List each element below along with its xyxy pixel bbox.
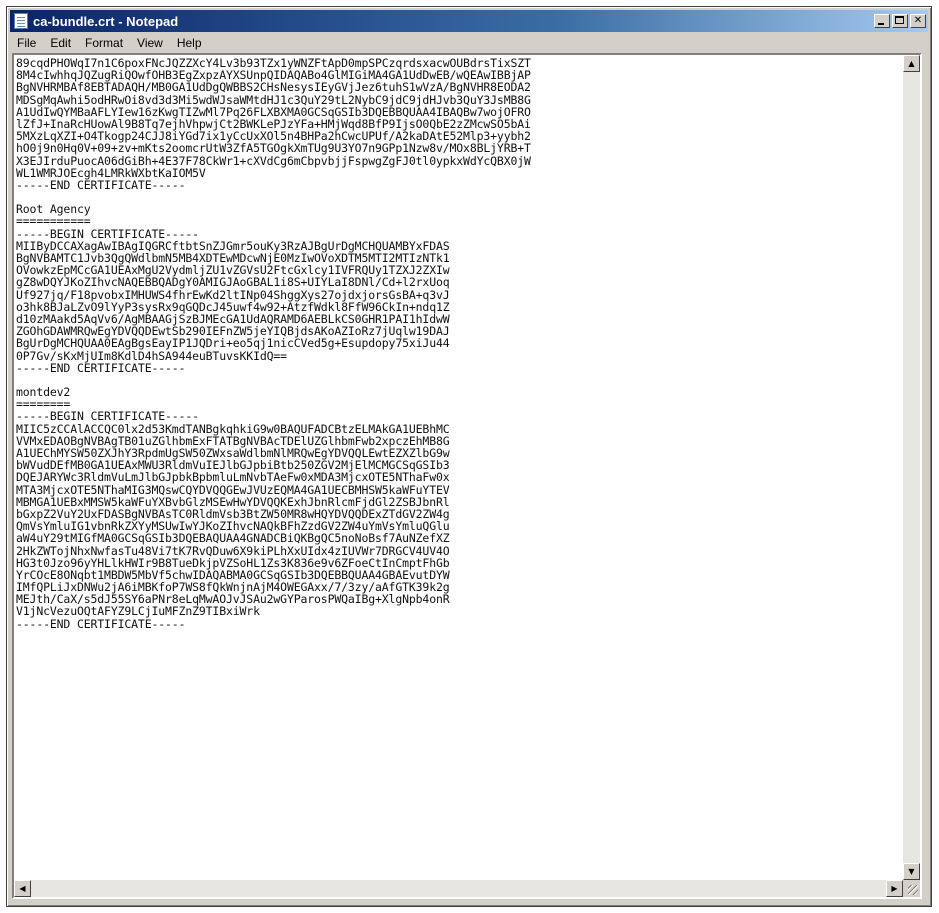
text-line: gZ8wDQYJKoZIhvcNAQEBBQADgY0AMIGJAoGBAL1i… [16,275,450,290]
text-line: -----BEGIN CERTIFICATE----- [16,409,199,424]
notepad-window: ca-bundle.crt - Notepad ✕ File Edit Form… [6,6,932,907]
text-line: 2HkZWTojNhxNwfasTu48Vi7tK7RvQDuw6X9kiPLh… [16,543,450,558]
scroll-left-button[interactable]: ◀ [14,880,31,897]
editor-area[interactable]: 89cqdPHOWqI7n1C6poxFNcJQZZXcY4Lv3b93TZx1… [12,53,922,899]
text-line: 0P7Gv/sKxMjUIm8KdlD4hSA944euBTuvsKKIdQ== [16,348,287,363]
document-text[interactable]: 89cqdPHOWqI7n1C6poxFNcJQZZXcY4Lv3b93TZx1… [16,57,902,879]
menu-view[interactable]: View [130,36,170,50]
close-button[interactable]: ✕ [910,14,926,28]
text-line: hO0j9n0Hq0V+09+zv+mKts2oomcrUtW3ZfA5TGOg… [16,141,531,156]
text-line: -----END CERTIFICATE----- [16,360,186,375]
text-line: Uf927jq/F18pvobxIMHUWS4fhrEwKd2ltINp04Sh… [16,287,450,302]
window-title: ca-bundle.crt - Notepad [33,13,179,29]
scroll-down-button[interactable]: ▼ [903,863,920,880]
maximize-icon [895,16,904,24]
horizontal-scrollbar[interactable]: ◀ ▶ [14,880,903,897]
text-line: X3EJIrduPuocA06dGiBh+4E37F78CkWr1+cXVdCg… [16,153,531,168]
text-line: -----BEGIN CERTIFICATE----- [16,226,199,241]
text-line [16,374,902,386]
text-line: DQEJARYWc3RldmVuLmJlbGJpbkBpbmluLmNvbTAe… [16,470,450,485]
text-line [16,630,902,642]
text-line [16,191,902,203]
text-line: montdev2 [16,385,71,400]
maximize-button[interactable] [892,14,908,28]
text-line: V1jNcVezuOQtAFYZ9LCjIuMFZnZ9TIBxiWrk [16,604,260,619]
menu-help[interactable]: Help [170,36,209,50]
window-controls: ✕ [872,14,926,28]
text-line: -----END CERTIFICATE----- [16,616,186,631]
text-line: MTA3MjcxOTE5NThaMIG3MQswCQYDVQQGEwJVUzEQ… [16,482,450,497]
scroll-up-icon: ▲ [908,59,915,68]
scroll-left-icon: ◀ [19,884,26,893]
resize-grip-icon[interactable] [903,880,920,897]
text-line: BgUrDgMCHQUAA0EAgBgsEayIP1JQDri+eo5qj1ni… [16,336,450,351]
menu-edit[interactable]: Edit [43,36,78,50]
vertical-scrollbar[interactable]: ▲ ▼ [903,55,920,880]
minimize-button[interactable] [874,14,890,28]
menu-bar: File Edit Format View Help [10,33,928,53]
text-line: =========== [16,214,91,229]
text-line: Root Agency [16,202,91,217]
scroll-down-icon: ▼ [908,867,915,876]
close-icon: ✕ [913,15,923,26]
text-line: BgNVHRMBAf8EBTADAQH/MB0GA1UdDgQWBBS2CHsN… [16,80,531,95]
menu-format[interactable]: Format [78,36,130,50]
scroll-up-button[interactable]: ▲ [903,55,920,72]
minimize-icon [878,23,884,25]
text-line: -----END CERTIFICATE----- [16,177,186,192]
menu-file[interactable]: File [10,36,43,50]
text-line: aW4uY29tMIGfMA0GCSqGSIb3DQEBAQUAA4GNADCB… [16,531,450,546]
scroll-right-icon: ▶ [891,884,898,893]
text-line: MDSgMqAwhi5odHRwOi8vd3d3Mi5wdWJsaWMtdHJ1… [16,92,531,107]
scroll-right-button[interactable]: ▶ [886,880,903,897]
text-line: MIIC5zCCAlACCQC0lx2d53KmdTANBgkqhkiG9w0B… [16,421,450,436]
notepad-app-icon[interactable] [14,13,28,29]
title-bar[interactable]: ca-bundle.crt - Notepad ✕ [10,10,928,32]
